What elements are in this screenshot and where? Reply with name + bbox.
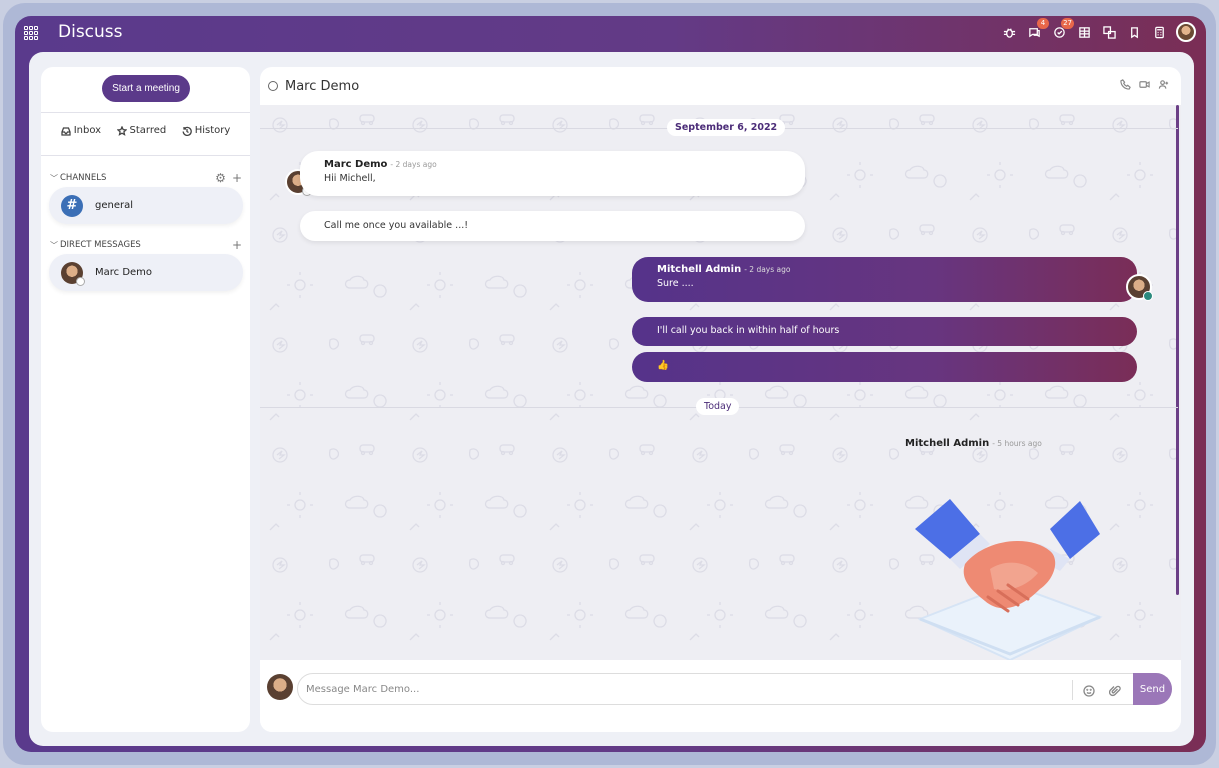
- dm-label: Marc Demo: [95, 267, 153, 278]
- main-content: Start a meeting Inbox Starred History ﹀: [29, 52, 1194, 746]
- settings-gear-icon[interactable]: ⚙: [215, 171, 226, 185]
- date-separator: September 6, 2022: [667, 119, 786, 136]
- handshake-sticker-image[interactable]: [910, 489, 1110, 660]
- star-icon: [116, 125, 127, 136]
- mailbox-inbox[interactable]: Inbox: [61, 125, 101, 136]
- bug-icon[interactable]: [1001, 24, 1017, 40]
- message-body: 👍: [657, 360, 669, 371]
- message-time: - 2 days ago: [390, 160, 437, 169]
- attachment-paperclip-icon[interactable]: [1108, 682, 1123, 697]
- avatar: [61, 261, 85, 286]
- status-indicator: [1143, 291, 1153, 301]
- video-camera-icon[interactable]: [1139, 79, 1150, 90]
- sidebar-item-marc-demo[interactable]: Marc Demo: [49, 254, 243, 291]
- message-time: - 2 days ago: [744, 265, 791, 274]
- add-user-icon[interactable]: [1158, 79, 1169, 90]
- status-indicator: [76, 276, 85, 286]
- message-bubble-own[interactable]: 👍: [632, 352, 1137, 382]
- message-author: Marc Demo - 2 days ago: [324, 159, 437, 170]
- message-body: I'll call you back in within half of hou…: [657, 325, 840, 336]
- message-author: Mitchell Admin - 5 hours ago: [905, 438, 1042, 449]
- emoji-icon[interactable]: [1083, 682, 1097, 697]
- composer-input-wrapper: Send: [297, 673, 1172, 705]
- thread-header: Marc Demo: [260, 67, 1181, 105]
- apps-menu-icon[interactable]: [24, 26, 38, 40]
- mailbox-label: Inbox: [73, 125, 102, 136]
- activity-badge: 27: [1061, 18, 1074, 29]
- channel-label: general: [95, 200, 134, 211]
- chevron-down-icon: ﹀: [50, 240, 58, 250]
- message-bubble-own[interactable]: Mitchell Admin - 2 days ago Sure ....: [632, 257, 1137, 302]
- message-bubble-own[interactable]: I'll call you back in within half of hou…: [632, 317, 1137, 346]
- message-author: Mitchell Admin - 2 days ago: [657, 264, 791, 275]
- scrollbar[interactable]: [1176, 105, 1179, 595]
- thread-actions: [1120, 79, 1169, 90]
- composer: Send: [260, 660, 1181, 732]
- activity-icon[interactable]: 27: [1051, 18, 1074, 40]
- history-icon: [182, 126, 192, 136]
- divider: [1072, 680, 1073, 700]
- phone-icon[interactable]: [1120, 79, 1131, 90]
- sidebar-item-general[interactable]: # general: [49, 187, 243, 224]
- status-indicator: [268, 81, 278, 91]
- mailbox-starred[interactable]: Starred: [116, 125, 167, 136]
- app-window: Discuss 4 27 Start a meeting Inbox Starr…: [15, 16, 1206, 752]
- message-list[interactable]: September 6, 2022 Marc Demo - 2 days ago …: [260, 105, 1181, 660]
- dm-header: DIRECT MESSAGES: [60, 240, 141, 250]
- divider: [41, 155, 250, 156]
- message-bubble[interactable]: Call me once you available ...!: [300, 211, 805, 241]
- mailbox-label: Starred: [129, 125, 167, 136]
- current-user-avatar: [267, 674, 293, 700]
- systray: 4 27: [1001, 18, 1196, 42]
- date-separator: Today: [696, 398, 740, 415]
- mailbox-history[interactable]: History: [182, 125, 231, 136]
- mailbox-list: Inbox Starred History: [41, 125, 250, 136]
- message-body: Call me once you available ...!: [324, 220, 469, 231]
- messages-badge: 4: [1037, 18, 1049, 29]
- messages-icon[interactable]: 4: [1026, 18, 1049, 40]
- add-dm-icon[interactable]: +: [232, 238, 242, 252]
- channels-category[interactable]: ﹀ CHANNELS ⚙ +: [50, 171, 242, 185]
- add-channel-icon[interactable]: +: [232, 171, 242, 185]
- language-icon[interactable]: [1101, 24, 1117, 40]
- inbox-icon: [61, 126, 71, 136]
- channels-header: CHANNELS: [60, 173, 107, 183]
- author-avatar: [1126, 274, 1153, 301]
- calculator-icon[interactable]: [1151, 24, 1167, 40]
- user-avatar[interactable]: [1176, 22, 1196, 42]
- direct-messages-category[interactable]: ﹀ DIRECT MESSAGES +: [50, 238, 242, 252]
- thread-title: Marc Demo: [285, 78, 360, 94]
- grid-icon[interactable]: [1076, 24, 1092, 40]
- message-input[interactable]: [306, 683, 1066, 695]
- app-title: Discuss: [58, 22, 123, 42]
- mailbox-label: History: [194, 125, 231, 136]
- send-button[interactable]: Send: [1133, 673, 1172, 705]
- message-bubble[interactable]: Marc Demo - 2 days ago Hii Michell,: [300, 151, 805, 196]
- bookmark-icon[interactable]: [1126, 24, 1142, 40]
- divider: [41, 112, 250, 113]
- message-time: - 5 hours ago: [992, 439, 1042, 448]
- channel-hash-icon: #: [61, 194, 83, 217]
- message-body: Sure ....: [657, 278, 694, 289]
- chevron-down-icon: ﹀: [50, 173, 58, 183]
- discuss-sidebar: Start a meeting Inbox Starred History ﹀: [41, 67, 250, 732]
- start-meeting-button[interactable]: Start a meeting: [102, 75, 190, 102]
- message-body: Hii Michell,: [324, 173, 376, 184]
- top-navbar: Discuss 4 27: [15, 16, 1206, 52]
- thread-view: Marc Demo September 6, 2022 Marc Demo - …: [260, 67, 1181, 732]
